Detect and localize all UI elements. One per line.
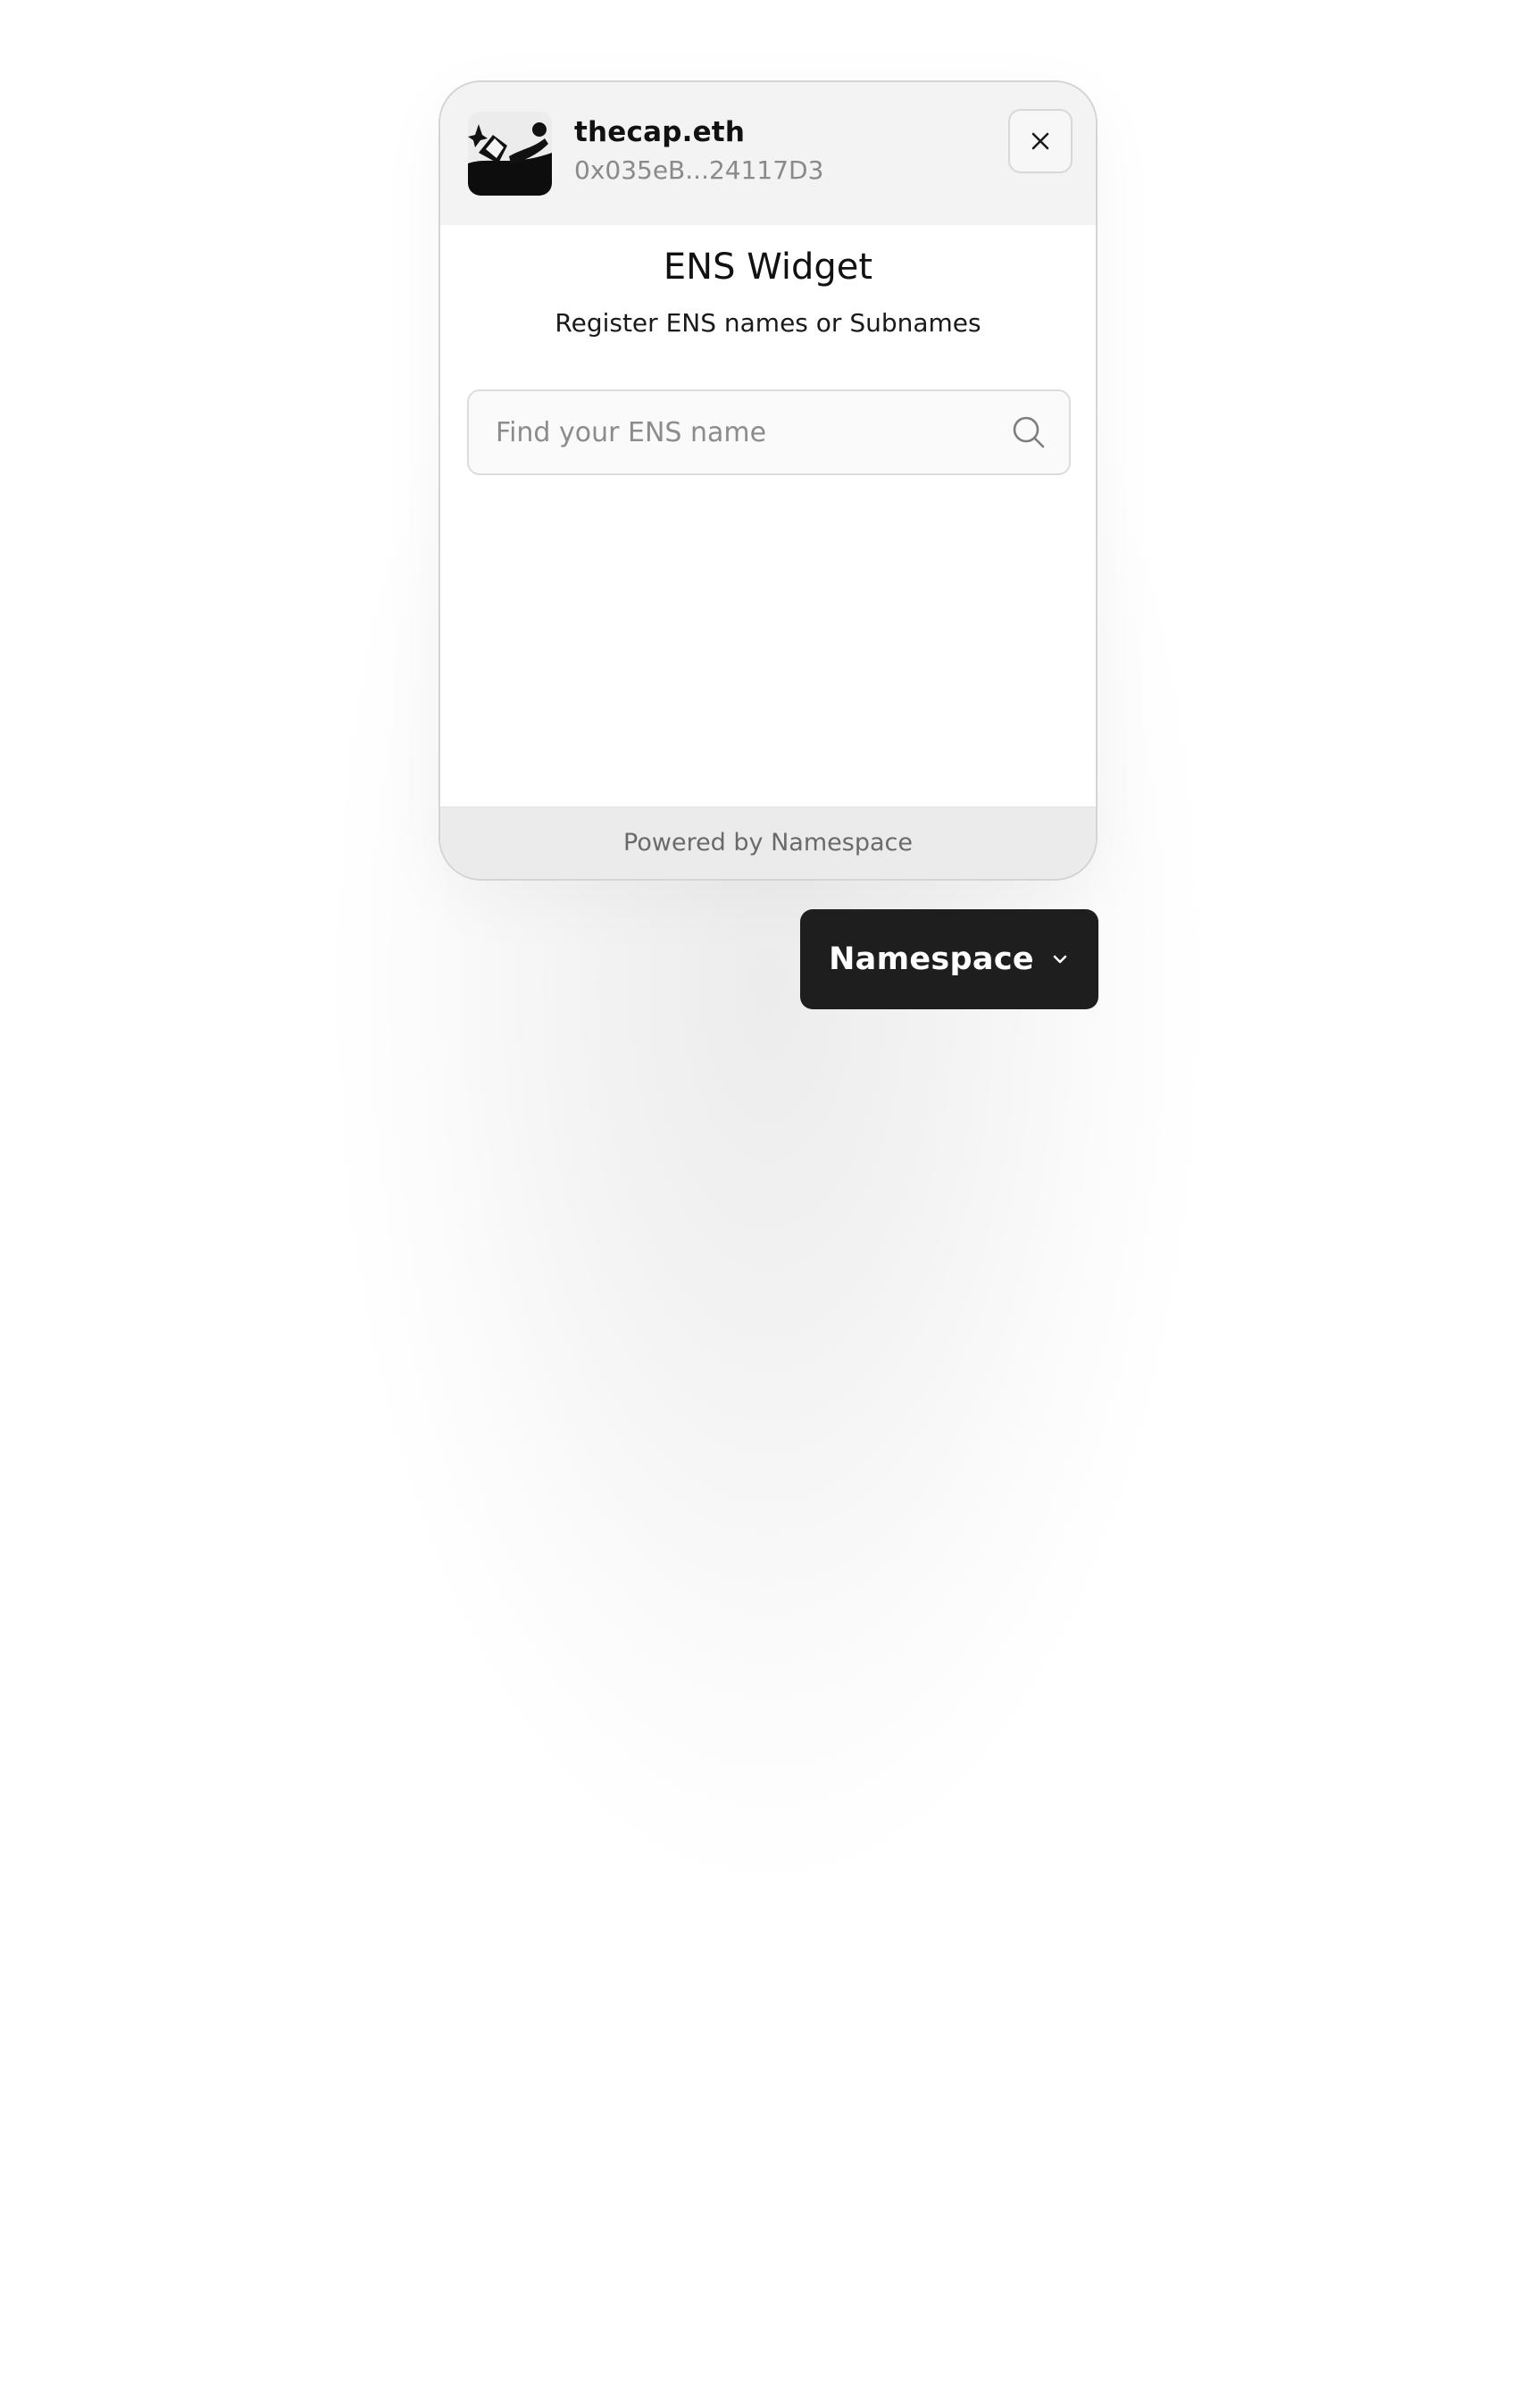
account-name: thecap.eth (574, 116, 746, 148)
close-icon (1031, 132, 1049, 150)
widget-footer: Powered by Namespace (440, 807, 1096, 879)
ens-widget: thecap.eth 0x035eB...24117D3 ENS Widget … (438, 80, 1098, 881)
namespace-label: Namespace (829, 941, 1034, 977)
close-button[interactable] (1008, 109, 1073, 173)
chevron-down-icon (1053, 955, 1067, 964)
avatar (468, 112, 552, 196)
widget-title: ENS Widget (663, 247, 873, 288)
search-box (467, 389, 1071, 475)
search-input[interactable] (471, 393, 971, 472)
widget-header: thecap.eth 0x035eB...24117D3 (440, 82, 1096, 225)
widget-subtitle: Register ENS names or Subnames (555, 308, 981, 338)
search-icon[interactable] (1011, 414, 1047, 450)
namespace-button[interactable]: Namespace (800, 909, 1098, 1009)
account-address: 0x035eB...24117D3 (574, 155, 824, 185)
